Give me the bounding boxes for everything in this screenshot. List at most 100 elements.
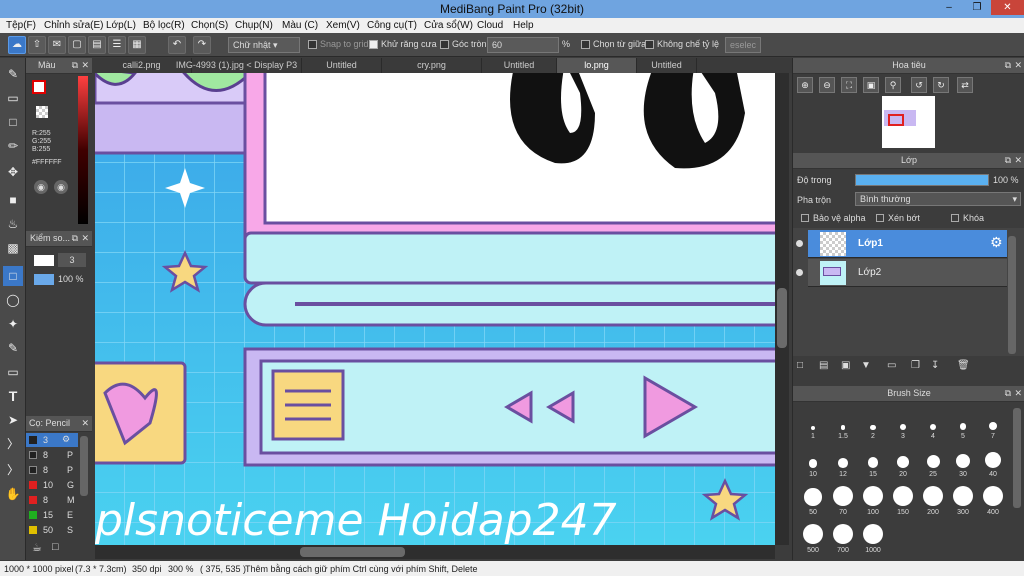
snap-checkbox[interactable] [308, 40, 317, 49]
eye-icon[interactable] [796, 269, 803, 276]
dot-pen-icon[interactable]: ✏ [3, 136, 23, 156]
operation-tool-icon[interactable]: ➤ [3, 410, 23, 430]
menu-help[interactable]: Help [513, 20, 534, 31]
brush-size-300[interactable]: 300 [949, 484, 977, 516]
lasso-tool-icon[interactable]: ◯ [3, 290, 23, 310]
fill-rect-icon[interactable]: ■ [3, 190, 23, 210]
brush-size-200[interactable]: 200 [919, 484, 947, 516]
menu-layer[interactable]: Lớp(L) [106, 20, 136, 31]
menu-cloud[interactable]: Cloud [477, 20, 503, 31]
brush-size-5[interactable]: 5 [949, 408, 977, 440]
transparent-color-swatch[interactable] [36, 106, 48, 118]
brush-size-40[interactable]: 40 [979, 446, 1007, 478]
delete-layer-icon[interactable]: 🗑 [957, 360, 973, 374]
gear-icon[interactable]: ⚙ [62, 434, 70, 445]
grid-icon[interactable]: ▦ [128, 36, 146, 54]
text-tool-icon[interactable]: T [3, 386, 23, 406]
brush-size-150[interactable]: 150 [889, 484, 917, 516]
popout-icon[interactable]: ⧉ [72, 231, 78, 246]
merge-layer-icon[interactable]: ↧ [931, 360, 947, 374]
ratio-checkbox[interactable] [645, 40, 654, 49]
rotate-right-icon[interactable]: ↻ [933, 77, 949, 93]
menu-window[interactable]: Cửa sổ(W) [424, 20, 473, 31]
brush-size-700[interactable]: 700 [829, 522, 857, 554]
eyedropper-tool-icon[interactable]: 〉 [3, 434, 23, 454]
cloud-icon[interactable]: ☁ [8, 36, 26, 54]
menu-select[interactable]: Chọn(S) [191, 20, 228, 31]
close-icon[interactable]: ✕ [1014, 386, 1022, 401]
move-tool-icon[interactable]: ✥ [3, 162, 23, 182]
select-eraser-icon[interactable]: ▭ [3, 362, 23, 382]
gradient-tool-icon[interactable]: ▩ [3, 238, 23, 258]
select-pen-icon[interactable]: ✎ [3, 338, 23, 358]
brush-size-20[interactable]: 20 [889, 446, 917, 478]
flip-icon[interactable]: ⇄ [957, 77, 973, 93]
tab-untitled-2[interactable]: Untitled [482, 58, 557, 73]
shape-select[interactable]: Chữ nhật ▾ [228, 37, 300, 53]
rectangle-tool-icon[interactable]: □ [3, 112, 23, 132]
brush-size-12[interactable]: 12 [829, 446, 857, 478]
layer-row-lop1[interactable]: Lớp1 ⚙ [796, 230, 1007, 258]
lock-checkbox[interactable] [951, 214, 959, 222]
brush-size-10[interactable]: 10 [799, 446, 827, 478]
new-layer-icon[interactable]: □ [797, 360, 813, 374]
brush-size-30[interactable]: 30 [949, 446, 977, 478]
new-8bit-layer-icon[interactable]: ▣ [841, 360, 857, 374]
navigator-preview[interactable] [882, 96, 935, 148]
add-layer-menu-icon[interactable]: ▼ [861, 360, 881, 374]
brush-size-400[interactable]: 400 [979, 484, 1007, 516]
select-rect-tool-icon[interactable]: □ [3, 266, 23, 286]
undo-icon[interactable]: ↶ [168, 36, 186, 54]
eyedropper2-tool-icon[interactable]: 〉 [3, 460, 23, 480]
popout-icon[interactable]: ⧉ [1005, 386, 1011, 401]
zoom-fit-icon[interactable]: ⚲ [885, 77, 901, 93]
brush-size-70[interactable]: 70 [829, 484, 857, 516]
horizontal-scroll-thumb[interactable] [300, 547, 405, 557]
brush-size-value[interactable]: 3 [58, 253, 86, 267]
brush-tool-icon[interactable]: ✎ [3, 64, 23, 84]
brush-size-1[interactable]: 1 [799, 408, 827, 440]
brush-size-1000[interactable]: 1000 [859, 522, 887, 554]
vertical-scroll-thumb[interactable] [777, 288, 787, 348]
brush-size-7[interactable]: 7 [979, 408, 1007, 440]
eraser-tool-icon[interactable]: ▭ [3, 88, 23, 108]
close-icon[interactable]: ✕ [1014, 58, 1022, 73]
tab-img4993[interactable]: IMG-4993 (1).jpg < Display P3 > [172, 58, 302, 85]
clip-checkbox[interactable] [876, 214, 884, 222]
close-button[interactable]: ✕ [991, 0, 1024, 15]
deselect-button[interactable]: eselec [725, 37, 761, 53]
menu-color[interactable]: Màu (C) [282, 20, 318, 31]
horizontal-scrollbar[interactable] [95, 545, 775, 559]
folder-icon[interactable]: ▭ [887, 360, 903, 374]
foreground-color-swatch[interactable] [32, 80, 46, 94]
menu-file[interactable]: Tệp(F) [6, 20, 36, 31]
list-item[interactable]: 10 G [26, 478, 78, 492]
comment-icon[interactable]: ✉ [48, 36, 66, 54]
vertical-scrollbar[interactable] [775, 73, 789, 545]
tab-cry[interactable]: cry.png [382, 58, 482, 73]
brush-size-50[interactable]: 50 [799, 484, 827, 516]
popout-icon[interactable]: ⧉ [72, 58, 78, 73]
brush-opacity-value[interactable]: 100 % [58, 274, 84, 284]
eye-icon[interactable] [796, 240, 803, 247]
close-icon[interactable]: ✕ [1014, 153, 1022, 168]
brush-size-500[interactable]: 500 [799, 522, 827, 554]
brush-size-3[interactable]: 3 [889, 408, 917, 440]
brush-size-1-5[interactable]: 1.5 [829, 408, 857, 440]
popout-icon[interactable]: ⧉ [1005, 153, 1011, 168]
brush-size-100[interactable]: 100 [859, 484, 887, 516]
close-icon[interactable]: ✕ [81, 416, 89, 431]
menu-tools[interactable]: Công cụ(T) [367, 20, 417, 31]
brush-size-25[interactable]: 25 [919, 446, 947, 478]
corner-checkbox[interactable] [440, 40, 449, 49]
brush-size-scrollbar[interactable] [1013, 408, 1021, 508]
close-icon[interactable]: ✕ [81, 58, 89, 73]
zoom-out-icon[interactable]: ⊖ [819, 77, 835, 93]
drawing-canvas[interactable]: plsnoticeme Hoidap247 [95, 73, 775, 545]
palette-icon[interactable]: ◉ [34, 180, 48, 194]
maximize-button[interactable]: ❐ [963, 0, 991, 15]
add-brush-icon[interactable]: ☕ [32, 541, 42, 554]
zoom-in-icon[interactable]: ⊕ [797, 77, 813, 93]
list-item[interactable]: 8M [26, 493, 78, 507]
share-icon[interactable]: ⇧ [28, 36, 46, 54]
